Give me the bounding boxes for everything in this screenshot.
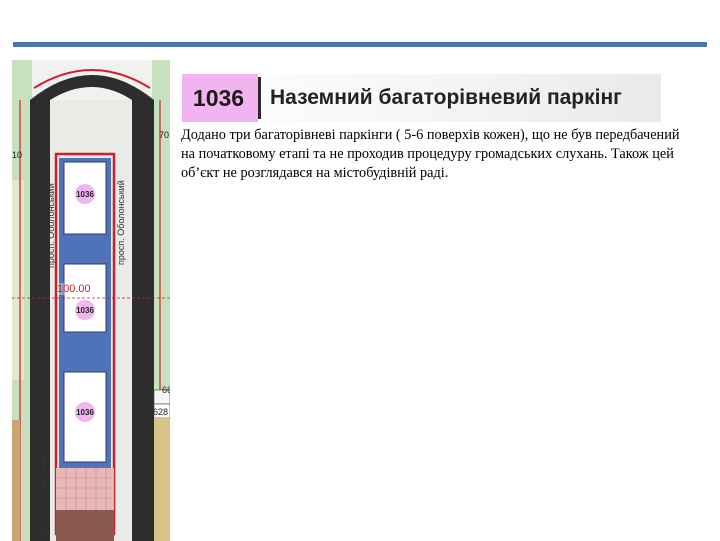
- object-title: Наземний багаторівневий паркінг: [270, 86, 622, 109]
- edge-number-right-mid: 66: [162, 385, 170, 395]
- lot-label-2: 1036: [76, 306, 94, 315]
- object-code: 1036: [192, 85, 245, 111]
- edge-number-left: 10: [12, 150, 23, 160]
- site-plan-map: просп. Оболонський просп. Оболонський пр…: [12, 60, 170, 541]
- elevation-label: 100.00: [57, 283, 91, 295]
- object-description: Додано три багаторівневі паркінги ( 5-6 …: [181, 127, 680, 181]
- street-label-left: просп. Оболонський: [46, 183, 56, 268]
- lot-label-3: 1036: [76, 408, 94, 417]
- edge-number-right-top: 70: [159, 130, 170, 140]
- object-header: 1036 Наземний багаторівневий паркінг: [182, 74, 661, 122]
- lot-label-1: 1036: [76, 190, 94, 199]
- street-label-bottom: просп. Оболонський: [38, 453, 48, 538]
- top-divider: [13, 42, 707, 47]
- edge-number-right-low: 628: [153, 407, 169, 417]
- street-label-right: просп. Оболонський: [116, 180, 126, 265]
- site-plan-drawing: [12, 60, 170, 541]
- header-separator: [258, 77, 261, 119]
